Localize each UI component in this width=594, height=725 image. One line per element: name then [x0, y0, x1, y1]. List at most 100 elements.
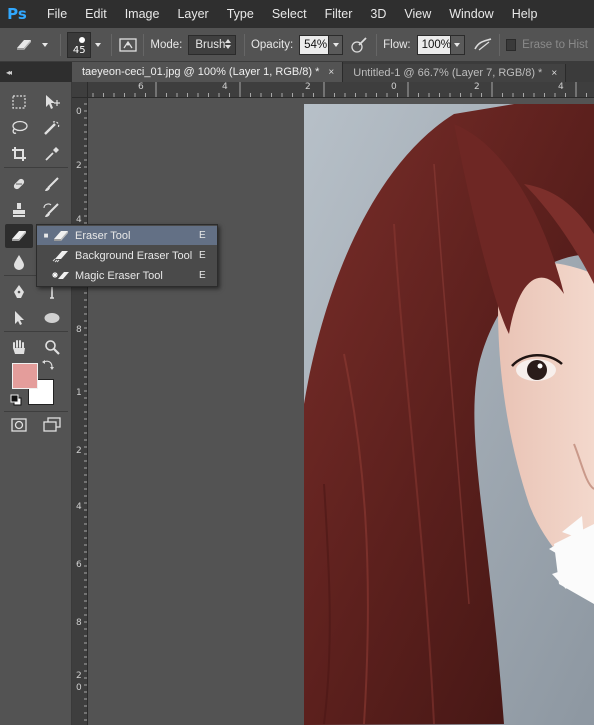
ruler-number: 2 [76, 671, 82, 681]
divider [243, 33, 245, 56]
mode-label: Mode: [150, 38, 183, 51]
brush-panel-toggle[interactable] [118, 34, 137, 56]
default-colors-icon [10, 394, 22, 406]
pen-tool[interactable] [7, 281, 31, 303]
ruler-number: 0 [391, 82, 397, 92]
app-logo: Ps [7, 5, 27, 23]
pressure-opacity-toggle[interactable] [349, 34, 368, 56]
clone-stamp-tool[interactable] [7, 199, 31, 221]
flyout-label: Magic Eraser Tool [75, 269, 163, 282]
eyedropper-tool[interactable] [40, 143, 64, 165]
menu-help[interactable]: Help [503, 7, 547, 21]
tab-document-2[interactable]: Untitled-1 @ 66.7% (Layer 7, RGB/8) * × [343, 64, 567, 82]
ruler-number: 2 [305, 82, 311, 92]
mode-select[interactable]: Brush [188, 34, 236, 55]
eraser-tool-flyout: ■ Eraser Tool E Background Eraser Tool E… [36, 224, 218, 287]
opacity-label: Opacity: [250, 38, 294, 51]
divider [498, 33, 500, 56]
screen-mode-icon [43, 417, 61, 432]
menu-view[interactable]: View [395, 7, 440, 21]
blur-icon [14, 255, 24, 270]
brush-preset-picker[interactable]: 45 [67, 31, 92, 58]
flow-label: Flow: [383, 38, 411, 51]
flyout-item-eraser[interactable]: ■ Eraser Tool E [37, 226, 217, 245]
menu-window[interactable]: Window [440, 7, 502, 21]
crop-tool[interactable] [7, 143, 31, 165]
quick-select-tool[interactable] [40, 117, 64, 139]
menu-edit[interactable]: Edit [76, 7, 116, 21]
tab-document-1[interactable]: taeyeon-ceci_01.jpg @ 100% (Layer 1, RGB… [72, 62, 344, 82]
shortcut-key: E [199, 250, 206, 261]
ruler-number: 6 [138, 82, 144, 92]
menu-image[interactable]: Image [116, 7, 169, 21]
chevron-down-icon [332, 42, 339, 47]
opacity-input[interactable]: 54% [299, 34, 330, 55]
flyout-item-background-eraser[interactable]: Background Eraser Tool E [37, 246, 217, 265]
horizontal-ruler[interactable]: 6 4 2 0 2 4 6 [72, 82, 594, 98]
ruler-origin[interactable] [72, 82, 88, 98]
menu-3d[interactable]: 3D [361, 7, 395, 21]
history-brush-tool[interactable] [40, 199, 64, 221]
history-brush-icon [43, 203, 59, 217]
ruler-number: 4 [76, 502, 82, 512]
default-colors-button[interactable] [9, 393, 23, 407]
swap-colors-button[interactable] [41, 358, 55, 372]
eraser-tool[interactable] [5, 224, 33, 248]
move-tool[interactable] [40, 91, 64, 113]
foreground-color-swatch[interactable] [12, 363, 38, 389]
ruler-number: 1 [76, 388, 82, 398]
lasso-tool[interactable] [7, 117, 31, 139]
marquee-tool[interactable] [7, 91, 31, 113]
hand-tool[interactable] [7, 336, 31, 358]
vertical-ruler[interactable]: 0 2 4 6 8 1 2 4 6 8 2 0 [72, 98, 88, 725]
ruler-number: 0 [76, 683, 82, 693]
quick-mask-button[interactable] [7, 414, 31, 436]
mode-value: Brush [195, 38, 226, 51]
ellipse-tool[interactable] [40, 307, 64, 329]
ruler-number: 8 [76, 618, 82, 628]
toolbox-header[interactable]: ◂◂ [0, 62, 72, 82]
close-icon[interactable]: × [328, 67, 334, 78]
menu-filter[interactable]: Filter [316, 7, 362, 21]
menu-layer[interactable]: Layer [168, 7, 217, 21]
divider [4, 331, 68, 332]
screen-mode-button[interactable] [40, 414, 64, 436]
document-canvas[interactable] [304, 104, 594, 725]
healing-brush-tool[interactable] [7, 173, 31, 195]
document-tabs: ◂◂ taeyeon-ceci_01.jpg @ 100% (Layer 1, … [0, 62, 594, 82]
divider [143, 33, 145, 56]
close-icon[interactable]: × [551, 68, 557, 79]
flow-input[interactable]: 100% [416, 34, 451, 55]
brush-tool[interactable] [40, 173, 64, 195]
chevron-down-icon [42, 42, 48, 47]
eyedropper-icon [45, 147, 59, 161]
quick-select-icon [44, 121, 60, 135]
tab-label: taeyeon-ceci_01.jpg @ 100% (Layer 1, RGB… [82, 66, 320, 78]
ruler-number: 4 [558, 82, 564, 92]
ruler-ticks [72, 82, 587, 97]
menu-type[interactable]: Type [218, 7, 263, 21]
tool-preset-picker[interactable] [14, 37, 48, 53]
chevron-down-icon [454, 42, 461, 47]
zoom-tool[interactable] [40, 336, 64, 358]
ruler-number: 4 [222, 82, 228, 92]
flyout-item-magic-eraser[interactable]: Magic Eraser Tool E [37, 266, 217, 285]
flow-dropdown[interactable] [450, 34, 465, 55]
brush-panel-icon [119, 37, 137, 52]
divider [111, 33, 113, 56]
menu-select[interactable]: Select [263, 7, 316, 21]
flyout-label: Eraser Tool [75, 229, 131, 242]
pen-icon [14, 285, 24, 298]
airbrush-icon [473, 37, 491, 50]
erase-to-history-checkbox[interactable] [505, 38, 517, 51]
blur-tool[interactable] [7, 251, 31, 273]
ruler-number: 2 [76, 161, 82, 171]
quick-mask-icon [11, 418, 27, 432]
path-select-tool[interactable] [7, 307, 31, 329]
portrait-photo [304, 104, 594, 725]
opacity-dropdown[interactable] [329, 34, 344, 55]
chevron-down-icon[interactable] [95, 42, 102, 47]
canvas-area[interactable] [88, 98, 594, 725]
airbrush-toggle[interactable] [473, 34, 493, 56]
menu-file[interactable]: File [38, 7, 76, 21]
